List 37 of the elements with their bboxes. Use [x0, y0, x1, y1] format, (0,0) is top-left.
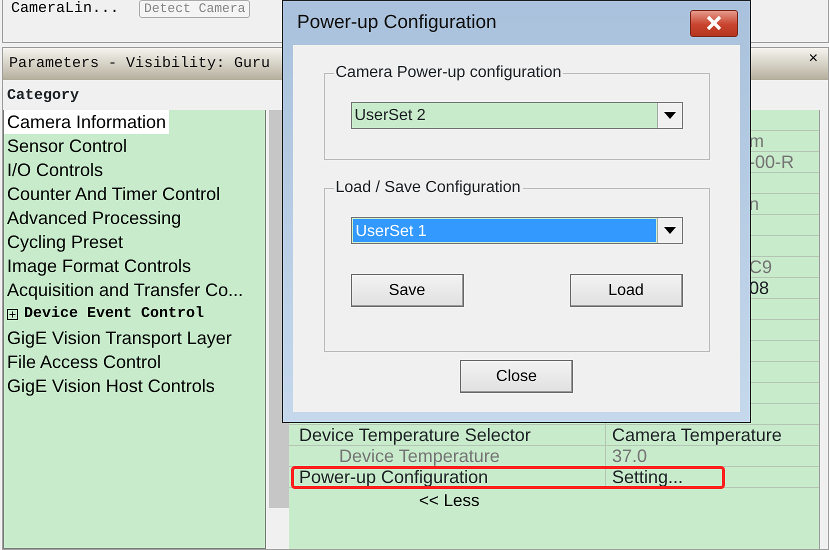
expand-icon[interactable] — [7, 308, 18, 320]
property-name: Power-up Configuration — [289, 467, 606, 487]
property-value[interactable]: Setting... — [606, 467, 819, 487]
panel-title: Parameters - Visibility: Guru — [9, 54, 270, 74]
category-label: Device Event Control — [24, 304, 204, 324]
value-cell-text: -00-R — [748, 152, 796, 172]
close-dialog-button[interactable]: Close — [460, 360, 573, 393]
group-label: Load / Save Configuration — [334, 178, 523, 198]
property-value[interactable]: Camera Temperature — [606, 425, 819, 445]
dialog-button[interactable]: Load — [570, 274, 682, 307]
dropdown-arrow-icon[interactable] — [664, 227, 676, 234]
close-button[interactable]: × — [808, 51, 818, 67]
camera-label: CameraLin... — [11, 0, 120, 18]
category-header: Category — [6, 86, 80, 106]
category-item[interactable]: Camera Information — [4, 110, 170, 134]
property-name: Device Temperature — [289, 446, 606, 466]
property-value: 37.0 — [611, 446, 648, 466]
close-icon[interactable] — [706, 16, 722, 30]
group-label: Camera Power-up configuration — [334, 63, 564, 83]
close-button[interactable] — [690, 10, 738, 36]
dialog-button[interactable]: Save — [350, 274, 464, 307]
category-item[interactable]: Image Format Controls — [4, 254, 265, 278]
category-item[interactable]: I/O Controls — [4, 158, 265, 182]
category-item[interactable]: File Access Control — [4, 350, 265, 374]
property-name: Device Temperature Selector — [289, 425, 606, 445]
dialog-title: Power-up Configuration — [297, 10, 497, 35]
category-item[interactable]: Advanced Processing — [4, 206, 265, 230]
category-item[interactable]: Cycling Preset — [4, 230, 265, 254]
category-item[interactable]: Counter And Timer Control — [4, 182, 265, 206]
category-item[interactable]: GigE Vision Transport Layer — [4, 326, 265, 350]
less-link[interactable]: << Less — [419, 492, 480, 510]
category-item[interactable]: GigE Vision Host Controls — [4, 374, 265, 398]
category-item[interactable]: Sensor Control — [4, 134, 265, 158]
dropdown[interactable]: UserSet 2 — [350, 102, 682, 129]
category-item[interactable]: Device Event Control — [4, 302, 265, 326]
category-item[interactable]: Acquisition and Transfer Co... — [4, 278, 265, 302]
dropdown-arrow-icon[interactable] — [664, 112, 676, 119]
